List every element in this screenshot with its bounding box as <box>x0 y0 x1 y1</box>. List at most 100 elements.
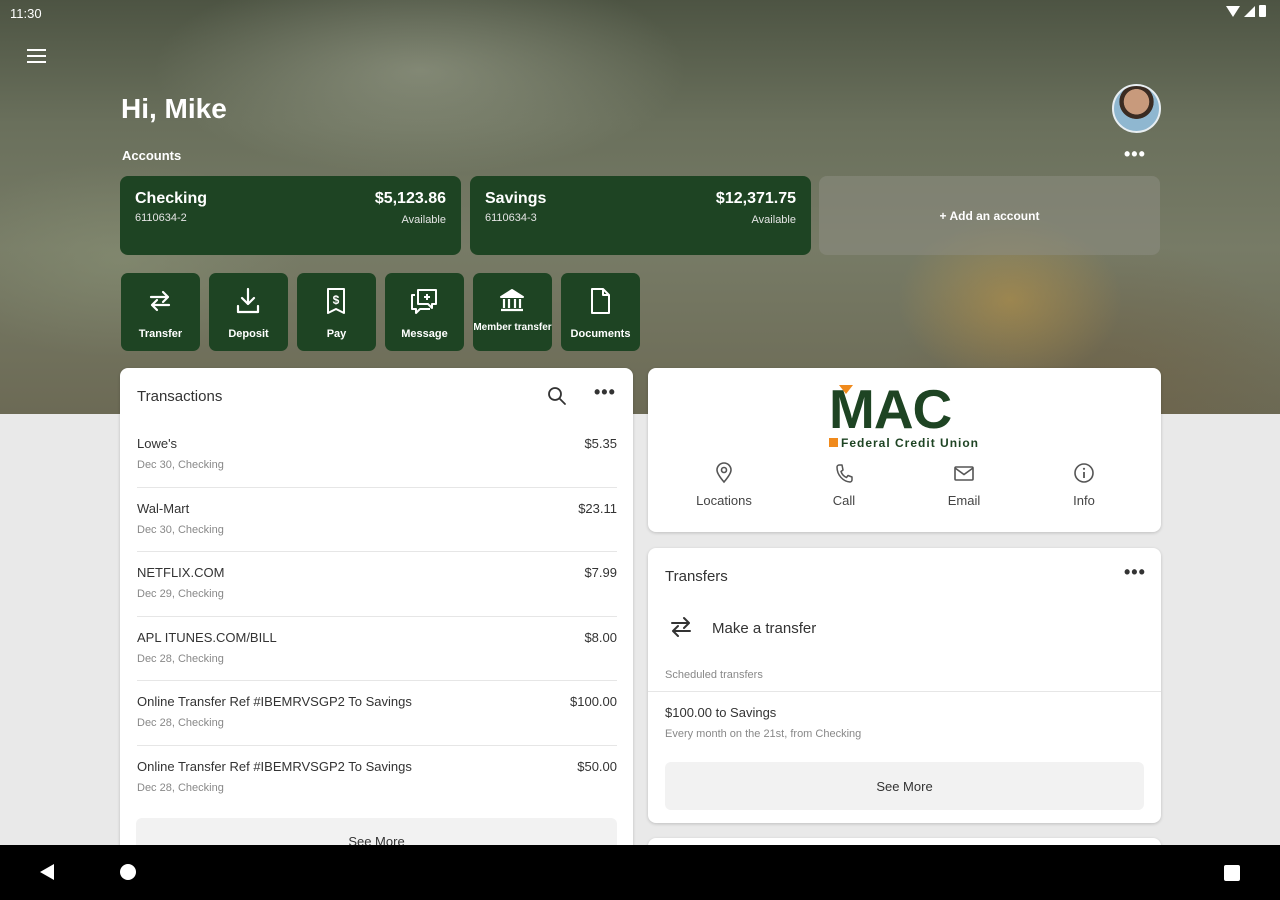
action-label: Member transfer <box>473 322 552 333</box>
deposit-icon <box>236 287 260 314</box>
transaction-name: Online Transfer Ref #IBEMRVSGP2 To Savin… <box>137 758 412 774</box>
action-label: Documents <box>570 328 631 340</box>
action-pay[interactable]: $ Pay <box>297 273 376 351</box>
transaction-name: APL ITUNES.COM/BILL <box>137 629 277 645</box>
signal-icon <box>1244 5 1255 17</box>
scheduled-transfer-item[interactable]: $100.00 to Savings Every month on the 21… <box>665 705 1145 740</box>
transaction-name: Online Transfer Ref #IBEMRVSGP2 To Savin… <box>137 694 412 709</box>
action-documents[interactable]: Documents <box>561 273 640 351</box>
status-time: 11:30 <box>10 6 42 21</box>
action-member-transfer[interactable]: Member transfer <box>473 273 552 351</box>
logo-subtitle: Federal Credit Union <box>841 436 980 450</box>
transfers-title: Transfers <box>665 568 728 585</box>
scheduled-transfer-title: $100.00 to Savings <box>665 705 777 720</box>
accounts-more-icon[interactable]: ••• <box>1124 144 1146 165</box>
contact-label: Locations <box>696 493 752 508</box>
transaction-detail: Dec 28, Checking <box>137 717 224 729</box>
transaction-row[interactable]: Online Transfer Ref #IBEMRVSGP2 To Savin… <box>137 746 617 811</box>
account-card-checking[interactable]: Checking 6110634-2 $5,123.86 Available <box>120 176 461 255</box>
action-label: Deposit <box>228 328 269 340</box>
contact-email[interactable]: Email <box>914 462 1014 508</box>
status-icons <box>1226 5 1266 17</box>
avatar[interactable] <box>1112 84 1161 133</box>
transaction-name: NETFLIX.COM <box>137 565 225 580</box>
account-number: 6110634-3 <box>485 212 537 224</box>
recent-apps-icon[interactable] <box>1224 865 1240 881</box>
transaction-row[interactable]: Wal-Mart Dec 30, Checking $23.11 <box>137 488 617 552</box>
logo-square <box>829 438 838 447</box>
account-number: 6110634-2 <box>135 212 187 224</box>
transactions-more-icon[interactable]: ••• <box>594 382 616 403</box>
transaction-detail: Dec 28, Checking <box>137 781 224 794</box>
account-balance: $5,123.86 <box>374 190 446 207</box>
accounts-label: Accounts <box>122 148 182 163</box>
transaction-amount: $23.11 <box>578 500 617 516</box>
contact-label: Email <box>947 493 981 508</box>
greeting: Hi, Mike <box>121 93 227 124</box>
transaction-row[interactable]: NETFLIX.COM Dec 29, Checking $7.99 <box>137 552 617 617</box>
transaction-name: Lowe's <box>137 436 178 451</box>
scheduled-transfers-label: Scheduled transfers <box>665 669 763 681</box>
status-bar: 11:30 <box>0 0 1280 26</box>
contact-locations[interactable]: Locations <box>674 462 774 508</box>
transfer-icon <box>671 617 691 637</box>
transfers-see-more-button[interactable]: See More <box>665 762 1144 810</box>
divider <box>648 691 1161 692</box>
transaction-amount: $50.00 <box>577 758 617 774</box>
transfer-icon <box>149 290 171 312</box>
transfers-more-icon[interactable]: ••• <box>1124 562 1146 583</box>
contact-label: Info <box>1073 493 1095 508</box>
account-balance: $12,371.75 <box>715 190 796 207</box>
pay-icon: $ <box>327 288 345 314</box>
transactions-card: Transactions ••• Lowe's Dec 30, Checking… <box>120 368 633 858</box>
transaction-detail: Dec 30, Checking <box>137 523 224 536</box>
phone-icon <box>836 464 853 483</box>
action-message[interactable]: Message <box>385 273 464 351</box>
action-transfer[interactable]: Transfer <box>121 273 200 351</box>
mac-logo: MAC Federal Credit Union <box>829 382 981 452</box>
transaction-name: Wal-Mart <box>137 500 190 516</box>
contact-label: Call <box>832 493 856 508</box>
transaction-row[interactable]: APL ITUNES.COM/BILL Dec 28, Checking $8.… <box>137 617 617 681</box>
institution-card: MAC Federal Credit Union Locations Call … <box>648 368 1161 532</box>
account-available-label: Available <box>751 214 796 226</box>
location-pin-icon <box>716 462 732 484</box>
logo-accent <box>839 385 853 394</box>
search-icon[interactable] <box>546 385 568 407</box>
transaction-amount: $8.00 <box>584 629 617 645</box>
transaction-amount: $100.00 <box>570 694 617 709</box>
add-account-button[interactable]: + Add an account <box>819 176 1160 255</box>
battery-icon <box>1259 5 1266 17</box>
back-icon[interactable] <box>40 864 54 880</box>
transaction-row[interactable]: Online Transfer Ref #IBEMRVSGP2 To Savin… <box>137 681 617 746</box>
info-icon <box>1074 463 1094 483</box>
bank-icon <box>500 289 524 312</box>
contact-call[interactable]: Call <box>794 462 894 508</box>
make-transfer-button[interactable]: Make a transfer <box>666 610 966 644</box>
transaction-amount: $5.35 <box>584 436 617 451</box>
transaction-detail: Dec 28, Checking <box>137 652 224 665</box>
transaction-amount: $7.99 <box>584 565 617 580</box>
transaction-detail: Dec 29, Checking <box>137 588 224 600</box>
scheduled-transfer-detail: Every month on the 21st, from Checking <box>665 728 862 740</box>
document-icon <box>591 288 610 314</box>
home-icon[interactable] <box>120 864 136 880</box>
account-available-label: Available <box>401 214 446 226</box>
wifi-icon <box>1226 5 1240 17</box>
action-label: Pay <box>326 328 347 340</box>
transactions-title: Transactions <box>137 388 223 405</box>
action-label: Message <box>401 328 448 340</box>
transfers-card: Transfers ••• Make a transfer Scheduled … <box>648 548 1161 823</box>
action-label: Transfer <box>138 328 183 340</box>
transaction-row[interactable]: Lowe's Dec 30, Checking $5.35 <box>137 423 617 488</box>
account-card-savings[interactable]: Savings 6110634-3 $12,371.75 Available <box>470 176 811 255</box>
transaction-detail: Dec 30, Checking <box>137 459 224 471</box>
system-nav-bar <box>0 845 1280 900</box>
hamburger-menu-icon[interactable] <box>27 49 46 65</box>
svg-text:$: $ <box>333 293 340 307</box>
make-transfer-label: Make a transfer <box>712 620 817 637</box>
contact-info[interactable]: Info <box>1034 462 1134 508</box>
email-icon <box>954 466 974 481</box>
action-deposit[interactable]: Deposit <box>209 273 288 351</box>
transactions-list: Lowe's Dec 30, Checking $5.35 Wal-Mart D… <box>137 423 617 810</box>
